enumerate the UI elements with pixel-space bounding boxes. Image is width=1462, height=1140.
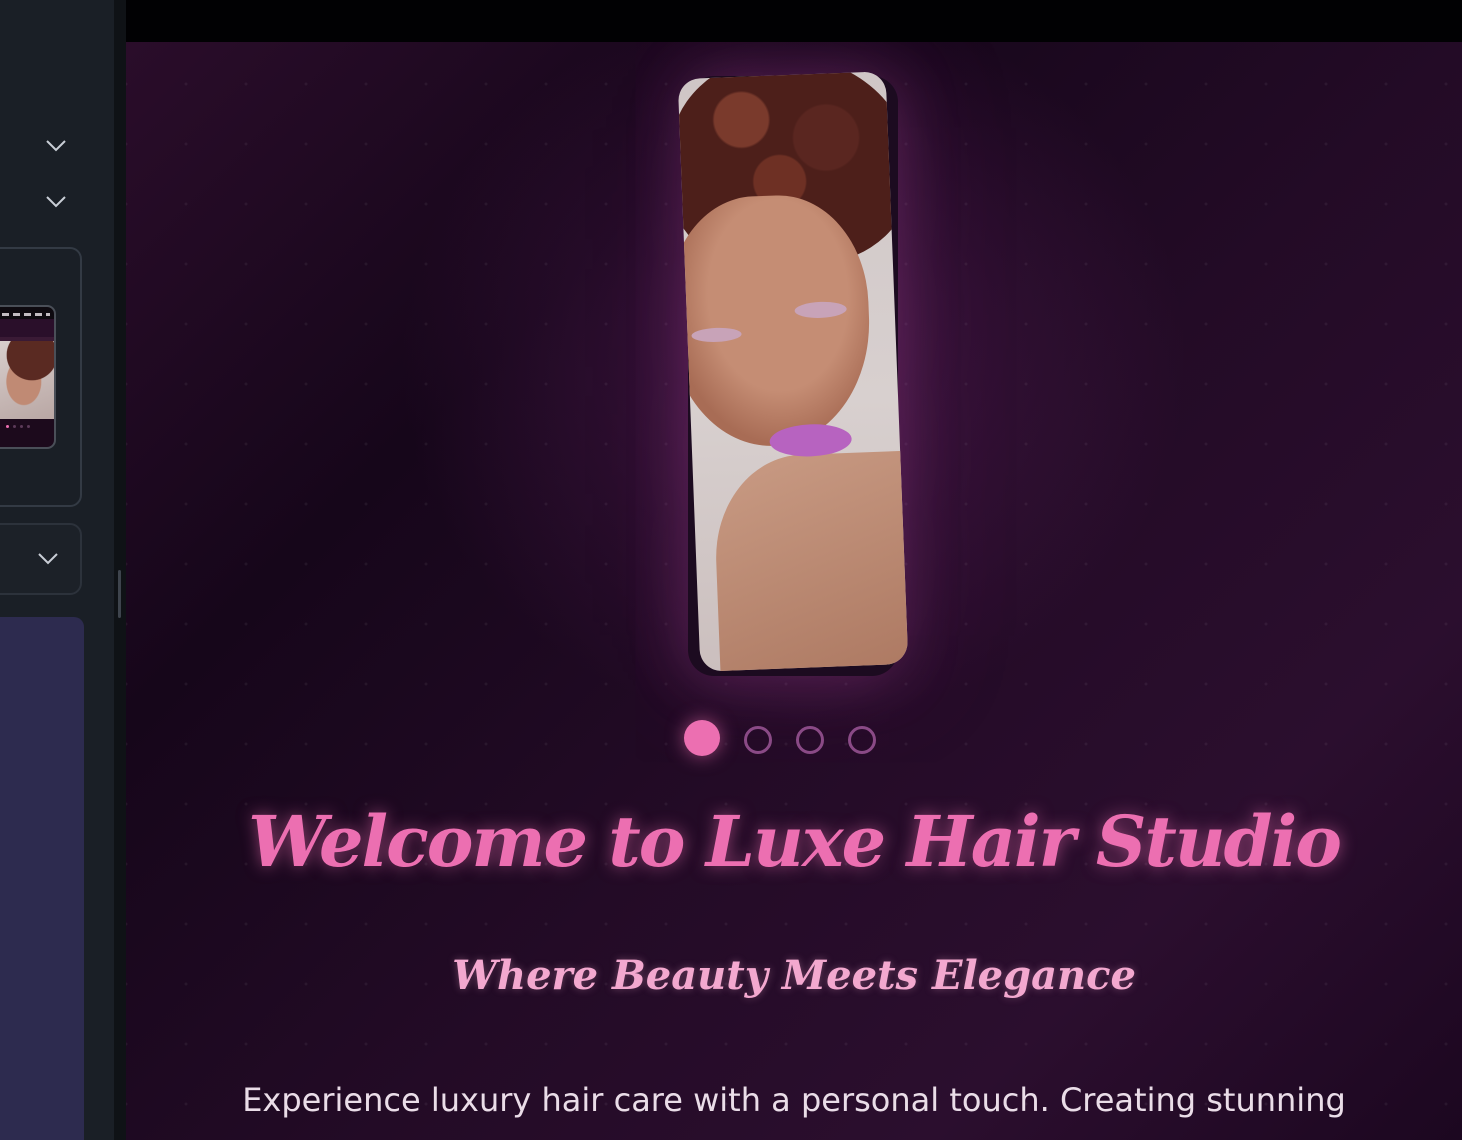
chevron-down-icon[interactable] xyxy=(42,190,70,214)
panel-content-area xyxy=(0,617,84,1140)
hero-section: Welcome to Luxe Hair Studio Where Beauty… xyxy=(126,42,1462,1140)
template-thumbnail[interactable] xyxy=(0,305,56,449)
thumbnail-carousel-dots xyxy=(6,425,30,428)
hero-description: Experience luxury hair care with a perso… xyxy=(242,1081,1346,1140)
site-top-bar xyxy=(126,0,1462,42)
thumbnail-nav xyxy=(2,313,50,316)
chevron-down-icon[interactable] xyxy=(34,548,62,570)
carousel-dot-1[interactable] xyxy=(684,720,720,756)
chevron-down-icon[interactable] xyxy=(42,134,70,158)
hero-photo xyxy=(677,71,909,672)
carousel-dot-4[interactable] xyxy=(848,726,876,754)
hero-subtitle: Where Beauty Meets Elegance xyxy=(452,952,1136,999)
builder-side-panel xyxy=(0,0,114,1140)
resize-handle[interactable] xyxy=(118,570,121,618)
thumbnail-photo xyxy=(0,341,54,419)
hero-title: Welcome to Luxe Hair Studio xyxy=(248,800,1342,883)
carousel-dot-3[interactable] xyxy=(796,726,824,754)
carousel-dots xyxy=(684,720,876,756)
carousel-dot-2[interactable] xyxy=(744,726,772,754)
